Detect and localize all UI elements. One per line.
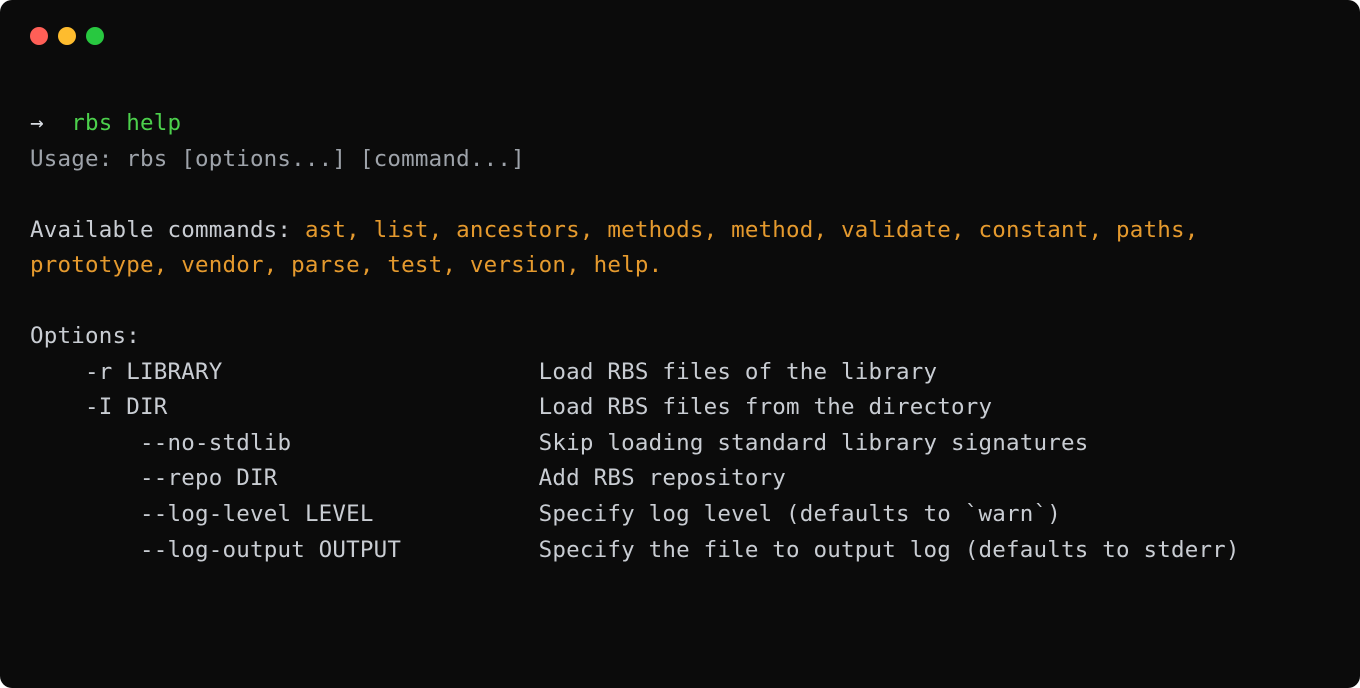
command-text: rbs help <box>71 110 181 136</box>
option-flag: -I DIR <box>30 390 539 426</box>
option-flag: -r LIBRARY <box>30 355 539 391</box>
options-header: Options: <box>30 323 140 349</box>
option-desc: Specify log level (defaults to `warn`) <box>539 501 1061 527</box>
option-flag: --repo DIR <box>30 461 539 497</box>
option-desc: Add RBS repository <box>539 465 786 491</box>
option-flag: --log-level LEVEL <box>30 497 539 533</box>
option-desc: Load RBS files from the directory <box>539 394 993 420</box>
available-commands-label: Available commands: <box>30 217 305 243</box>
usage-line: Usage: rbs [options...] [command...] <box>30 146 525 172</box>
terminal-output[interactable]: → rbs help Usage: rbs [options...] [comm… <box>0 52 1360 598</box>
option-flag: --log-output OUTPUT <box>30 533 539 569</box>
prompt-arrow-icon: → <box>30 110 71 136</box>
option-flag: --no-stdlib <box>30 426 539 462</box>
terminal-window: → rbs help Usage: rbs [options...] [comm… <box>0 0 1360 688</box>
option-desc: Skip loading standard library signatures <box>539 430 1089 456</box>
window-titlebar <box>0 0 1360 52</box>
minimize-icon[interactable] <box>58 27 76 45</box>
option-desc: Specify the file to output log (defaults… <box>539 537 1240 563</box>
option-desc: Load RBS files of the library <box>539 359 938 385</box>
maximize-icon[interactable] <box>86 27 104 45</box>
close-icon[interactable] <box>30 27 48 45</box>
